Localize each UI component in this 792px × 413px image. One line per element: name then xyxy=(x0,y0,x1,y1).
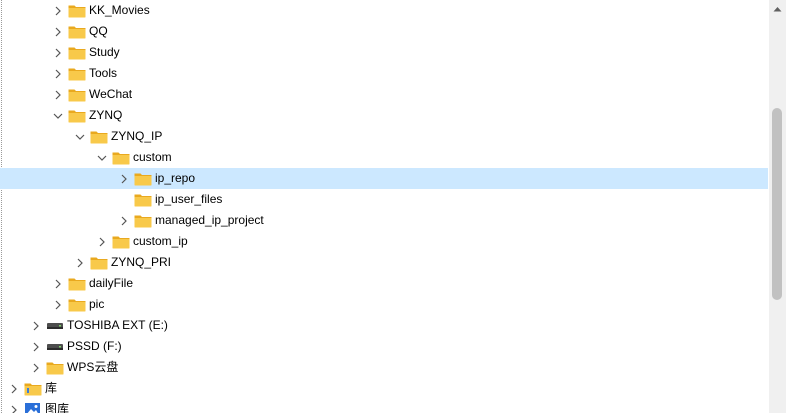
tree-item-kk-movies[interactable]: KK_Movies xyxy=(0,0,768,21)
folder-icon xyxy=(68,297,86,312)
chevron-down-icon[interactable] xyxy=(96,147,108,168)
tree-item-label: ip_repo xyxy=(155,171,196,185)
tree-item-label: ip_user_files xyxy=(155,192,223,206)
tree-item-wechat[interactable]: WeChat xyxy=(0,84,768,105)
chevron-right-icon[interactable] xyxy=(30,336,42,357)
scrollbar-thumb[interactable] xyxy=(772,108,782,300)
tree-item-label: 图库 xyxy=(45,402,70,413)
tree-item-label: TOSHIBA EXT (E:) xyxy=(67,318,168,332)
folder-icon xyxy=(134,171,152,186)
folder-icon xyxy=(112,234,130,249)
folder-icon xyxy=(90,255,108,270)
tree-item-managed-ip-project[interactable]: managed_ip_project xyxy=(0,210,768,231)
tree-item-zynq-pri[interactable]: ZYNQ_PRI xyxy=(0,252,768,273)
chevron-right-icon[interactable] xyxy=(118,168,130,189)
tree-item-ip-repo[interactable]: ip_repo xyxy=(0,168,768,189)
folder-icon xyxy=(134,213,152,228)
folder-tree: KK_Movies QQ Study Tools WeChat ZYNQ ZYN… xyxy=(0,0,768,413)
tree-item-label: QQ xyxy=(89,24,108,38)
tree-item-dailyfile[interactable]: dailyFile xyxy=(0,273,768,294)
chevron-right-icon[interactable] xyxy=(30,315,42,336)
folder-icon xyxy=(68,276,86,291)
tree-item-label: pic xyxy=(89,297,105,311)
navigation-pane: KK_Movies QQ Study Tools WeChat ZYNQ ZYN… xyxy=(0,0,792,413)
tree-item-label: 库 xyxy=(45,381,58,395)
tree-item-tools[interactable]: Tools xyxy=(0,63,768,84)
folder-icon xyxy=(68,87,86,102)
folder-icon xyxy=(68,66,86,81)
folder-icon xyxy=(68,3,86,18)
tree-item-custom-ip[interactable]: custom_ip xyxy=(0,231,768,252)
folder-icon xyxy=(134,192,152,207)
tree-item-label: custom_ip xyxy=(133,234,188,248)
tree-item-qq[interactable]: QQ xyxy=(0,21,768,42)
folder-icon xyxy=(90,129,108,144)
folder-icon xyxy=(112,150,130,165)
tree-item-zynq-ip[interactable]: ZYNQ_IP xyxy=(0,126,768,147)
tree-item-label: Study xyxy=(89,45,120,59)
tree-item-zynq[interactable]: ZYNQ xyxy=(0,105,768,126)
tree-item-label: custom xyxy=(133,150,172,164)
tree-item-pssd[interactable]: PSSD (F:) xyxy=(0,336,768,357)
tree-item-custom[interactable]: custom xyxy=(0,147,768,168)
chevron-right-icon[interactable] xyxy=(96,231,108,252)
chevron-right-icon[interactable] xyxy=(74,252,86,273)
folder-icon xyxy=(68,108,86,123)
tree-item-label: ZYNQ_PRI xyxy=(111,255,172,269)
tree-item-label: ZYNQ xyxy=(89,108,123,122)
chevron-right-icon[interactable] xyxy=(118,210,130,231)
tree-item-libraries[interactable]: 库 xyxy=(0,378,768,399)
tree-item-pic[interactable]: pic xyxy=(0,294,768,315)
tree-item-label: PSSD (F:) xyxy=(67,339,122,353)
scroll-up-arrow-icon[interactable] xyxy=(769,0,786,17)
tree-item-label: managed_ip_project xyxy=(155,213,264,227)
tree-item-toshiba-ext[interactable]: TOSHIBA EXT (E:) xyxy=(0,315,768,336)
chevron-right-icon[interactable] xyxy=(52,273,64,294)
folder-icon xyxy=(68,45,86,60)
chevron-right-icon[interactable] xyxy=(52,63,64,84)
tree-item-label: Tools xyxy=(89,66,118,80)
chevron-down-icon[interactable] xyxy=(74,126,86,147)
gallery-icon xyxy=(24,402,42,413)
tree-item-label: KK_Movies xyxy=(89,3,150,17)
chevron-right-icon[interactable] xyxy=(52,0,64,21)
tree-item-study[interactable]: Study xyxy=(0,42,768,63)
library-folder-icon xyxy=(24,381,42,396)
folder-icon xyxy=(46,360,64,375)
drive-icon xyxy=(46,318,64,333)
chevron-right-icon[interactable] xyxy=(8,378,20,399)
chevron-right-icon[interactable] xyxy=(52,21,64,42)
drive-icon xyxy=(46,339,64,354)
chevron-right-icon[interactable] xyxy=(30,357,42,378)
tree-item-label: WeChat xyxy=(89,87,133,101)
chevron-right-icon[interactable] xyxy=(52,84,64,105)
tree-item-wps-cloud[interactable]: WPS云盘 xyxy=(0,357,768,378)
chevron-right-icon[interactable] xyxy=(8,399,20,413)
tree-item-label: ZYNQ_IP xyxy=(111,129,163,143)
vertical-scrollbar[interactable] xyxy=(769,0,786,413)
tree-item-label: dailyFile xyxy=(89,276,134,290)
chevron-down-icon[interactable] xyxy=(52,105,64,126)
folder-icon xyxy=(68,24,86,39)
chevron-right-icon[interactable] xyxy=(52,294,64,315)
chevron-right-icon[interactable] xyxy=(52,42,64,63)
tree-item-ip-user-files[interactable]: ip_user_files xyxy=(0,189,768,210)
tree-item-gallery[interactable]: 图库 xyxy=(0,399,768,413)
tree-item-label: WPS云盘 xyxy=(67,360,119,374)
